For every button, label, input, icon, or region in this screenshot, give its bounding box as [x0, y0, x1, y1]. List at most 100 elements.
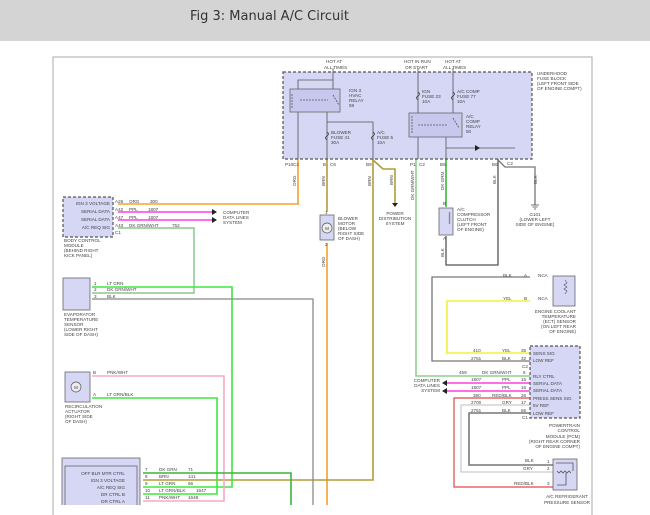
diagram-label: CONTROL	[558, 428, 581, 433]
diagram-label: 410	[473, 348, 481, 353]
diagram-label: DK GRN/WHT	[129, 223, 159, 228]
fuse-label: 10A	[377, 140, 386, 145]
fuse-block-label: OF ENGINE COMPT)	[537, 86, 582, 91]
diagram-label: SYSTEM	[386, 221, 405, 226]
diagram-label: 3	[547, 481, 550, 486]
diagram-label: 300	[150, 199, 158, 204]
diagram-label: 2	[94, 287, 97, 292]
diagram-label: 32	[521, 356, 527, 361]
diagram-label: 15	[521, 377, 527, 382]
diagram-label: LOW REF	[533, 358, 554, 363]
blower-motor: M 1 2 BLOWER MOTOR (BELOW RIGHT SIDE OF …	[319, 210, 364, 247]
diagram-label: RED/BLK	[514, 481, 535, 486]
pin-label: B5	[440, 162, 446, 167]
diagram-label: A42	[115, 207, 124, 212]
diagram-label: YEL	[503, 296, 512, 301]
wire-yel-410	[446, 300, 530, 354]
diagram-label: 141	[188, 474, 196, 479]
feed-label: ALL TIMES	[443, 65, 466, 70]
diagram-label: 3	[94, 294, 97, 299]
diagram-label: NCA	[538, 296, 549, 301]
feed-label: HOT AT	[326, 59, 342, 64]
diagram-label: GRY	[502, 400, 512, 405]
diagram-label: SYSTEM	[223, 220, 242, 225]
diagram-label: 1807	[148, 215, 159, 220]
diagram-label: LT GRN	[107, 281, 123, 286]
diagram-label: A/C REQ SIG	[97, 485, 126, 490]
diagram-label: C1	[522, 415, 528, 420]
diagram-label: LT GRN	[159, 481, 175, 486]
diagram-label: A26	[115, 199, 124, 204]
diagram-label: SERIAL DATA	[533, 388, 563, 393]
diagram-label: SIDE OF ENGINE)	[516, 222, 555, 227]
wire-brn-141	[143, 159, 374, 481]
diagram-label: 56	[521, 408, 527, 413]
diagram-label: 1807	[148, 207, 159, 212]
diagram-label: DK GRN/WHT	[482, 370, 512, 375]
diagram-label: LT GRN/BLK	[107, 392, 134, 397]
feed-label: HOT IN RUN	[404, 59, 431, 64]
diagram-label: A	[93, 392, 97, 397]
diagram-label: NCA	[538, 273, 549, 278]
pin-label: C2	[419, 162, 425, 167]
diagram-label: BLK	[502, 408, 512, 413]
diagram-label: 10	[145, 488, 151, 493]
diagram-label: OF DASH)	[338, 236, 360, 241]
fuse-label: 10A	[422, 99, 431, 104]
diagram-label: SIDE OF DASH)	[64, 332, 98, 337]
diagram-label: 2751	[471, 408, 482, 413]
diagram-label: DR CTRL A	[101, 499, 126, 504]
engine-coolant-temperature-sensor: BLK A NCA YEL B NCA ENGINE COOLANT TEMPERATU…	[503, 273, 577, 334]
diagram-label: C1	[115, 230, 121, 235]
diagram-label: 35	[521, 348, 527, 353]
diagram-label: ORG	[292, 175, 297, 186]
diagram-label: A47	[115, 215, 124, 220]
pin-label: B6	[492, 162, 498, 167]
pin-label: C6	[330, 162, 336, 167]
diagram-label: 11	[145, 495, 150, 500]
diagram-label: SERIAL DATA	[81, 209, 111, 214]
diagram-label: 1	[94, 281, 97, 286]
pin-label: B9	[366, 162, 372, 167]
relay-label: 59	[349, 103, 355, 108]
diagram-label: PPL	[129, 207, 138, 212]
diagram-label: DR CTRL B	[101, 492, 125, 497]
diagram-label: 1	[325, 210, 328, 215]
wire-ltgrn-66	[92, 286, 233, 488]
diagram-label: 380	[473, 393, 481, 398]
diagram-label: PNK/WHT	[107, 370, 128, 375]
wire-org-300	[118, 159, 299, 205]
wiring-diagram: HOT AT ALL TIMES HOT IN RUN OR START HOT…	[52, 56, 593, 515]
arrow-icon	[212, 209, 217, 223]
power-distribution-label: POWER DISTRIBUTION SYSTEM	[379, 211, 411, 226]
diagram-label: BRN	[321, 176, 326, 186]
diagram-label: 2751	[471, 356, 482, 361]
diagram-label: 1648	[188, 495, 199, 500]
diagram-label: 459	[459, 370, 467, 375]
fuse-label: 10A	[457, 99, 466, 104]
diagram-label: OF ENGINE)	[549, 329, 576, 334]
diagram-label: BLK	[440, 247, 445, 257]
diagram-label: A/C REQ SIG	[82, 225, 111, 230]
diagram-label: M	[325, 226, 329, 231]
diagram-label: LT GRN/BLK	[159, 488, 186, 493]
diagram-label: GRY	[523, 466, 533, 471]
arrow-down-icon	[392, 203, 398, 207]
pin-label: C2	[293, 162, 299, 167]
diagram-label: PPL	[502, 385, 511, 390]
diagram-label: BRN	[159, 474, 169, 479]
diagram-label: ORG	[321, 256, 326, 267]
diagram-label: 2700	[471, 400, 482, 405]
diagram-label: M	[74, 385, 78, 390]
diagram-label: BLK	[525, 458, 535, 463]
diagram-label: PNK/WHT	[159, 495, 180, 500]
diagram-label: OF ENGINE)	[457, 227, 484, 232]
diagram-label: 9	[145, 481, 148, 486]
fuse-label: 30A	[331, 140, 340, 145]
diagram-label: B	[93, 370, 96, 375]
diagram-label: 1807	[471, 385, 482, 390]
diagram-label: BLK	[107, 294, 117, 299]
diagram-label: 1	[547, 459, 550, 464]
diagram-label: PPL	[129, 215, 138, 220]
ground-g101: G101 (LOWER LEFT SIDE OF ENGINE)	[516, 212, 555, 227]
